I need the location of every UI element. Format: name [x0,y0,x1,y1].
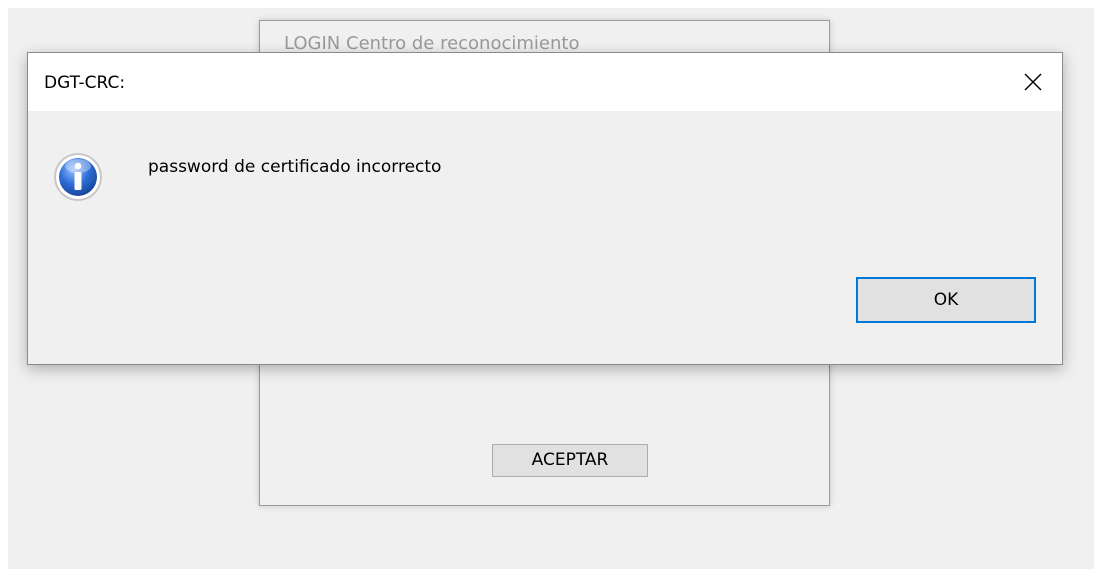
ok-button[interactable]: OK [856,277,1036,323]
close-icon [1024,73,1042,91]
dialog-message: password de certificado incorrecto [148,157,442,177]
info-icon [54,153,102,201]
aceptar-button[interactable]: ACEPTAR [492,444,648,477]
ok-button-label: OK [933,290,959,310]
message-dialog: DGT-CRC: password de certificado incorre… [27,52,1063,365]
login-window-title: LOGIN Centro de reconocimiento [284,33,580,54]
close-button[interactable] [1004,53,1062,111]
dialog-title: DGT-CRC: [44,73,126,93]
dialog-titlebar[interactable]: DGT-CRC: [28,53,1062,111]
